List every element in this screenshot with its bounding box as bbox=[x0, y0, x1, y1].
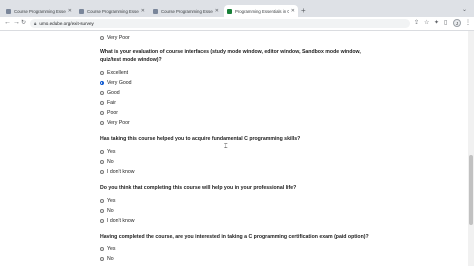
forward-arrow-icon[interactable]: → bbox=[13, 18, 20, 28]
radio-button[interactable] bbox=[100, 169, 104, 174]
close-tab-icon[interactable]: ✕ bbox=[215, 8, 219, 14]
option-label: Very Good bbox=[107, 79, 132, 86]
share-icon[interactable]: ⇪ bbox=[414, 19, 419, 28]
option-dont-know[interactable]: I don't know bbox=[100, 217, 135, 224]
browser-tab-active[interactable]: Programming Essentials in C ✕ bbox=[224, 5, 298, 17]
radio-button-selected[interactable] bbox=[100, 80, 104, 85]
option-label: No bbox=[107, 255, 114, 262]
radio-button[interactable] bbox=[100, 120, 104, 125]
radio-button[interactable] bbox=[100, 208, 104, 213]
close-tab-icon[interactable]: ✕ bbox=[291, 8, 295, 14]
option-yes[interactable]: Yes bbox=[100, 197, 115, 204]
close-tab-icon[interactable]: ✕ bbox=[141, 8, 145, 14]
option-no[interactable]: No bbox=[100, 255, 114, 262]
radio-button[interactable] bbox=[100, 149, 104, 154]
option-label: Yes bbox=[107, 197, 116, 204]
option-label: Good bbox=[107, 89, 120, 96]
extensions-icon[interactable]: ✦ bbox=[434, 19, 439, 28]
scrollbar-track[interactable] bbox=[468, 31, 474, 266]
side-panel-icon[interactable]: ▯ bbox=[444, 19, 447, 28]
menu-kebab-icon[interactable]: ⋮ bbox=[465, 19, 471, 28]
mouse-cursor-icon: ⌶ bbox=[224, 144, 228, 150]
option-label: No bbox=[107, 207, 114, 214]
option-good[interactable]: Good bbox=[100, 89, 120, 96]
browser-tab-strip: Course Programming Essentials ✕ Course P… bbox=[0, 0, 474, 17]
option-label: I don't know bbox=[107, 217, 135, 224]
radio-button[interactable] bbox=[100, 100, 104, 105]
tab-title: Course Programming Essentials bbox=[87, 8, 139, 14]
option-label: Fair bbox=[107, 99, 116, 106]
question-certification: Having completed the course, are you int… bbox=[100, 234, 369, 240]
radio-button[interactable] bbox=[100, 110, 104, 115]
option-label: Yes bbox=[107, 245, 116, 252]
option-very-good[interactable]: Very Good bbox=[100, 79, 132, 86]
new-tab-button[interactable]: + bbox=[301, 7, 306, 15]
back-arrow-icon[interactable]: ← bbox=[4, 18, 11, 28]
option-poor[interactable]: Poor bbox=[100, 109, 118, 116]
site-favicon-icon bbox=[79, 8, 84, 14]
lock-icon: 🔒︎ bbox=[34, 21, 37, 26]
radio-button[interactable] bbox=[100, 159, 104, 164]
option-no[interactable]: No bbox=[100, 158, 114, 165]
radio-button[interactable] bbox=[100, 218, 104, 223]
browser-tab[interactable]: Course Programming Essentials ✕ bbox=[3, 5, 75, 17]
bookmark-star-icon[interactable]: ☆ bbox=[424, 19, 429, 28]
option-dont-know[interactable]: I don't know bbox=[100, 168, 135, 175]
option-label: Yes bbox=[107, 148, 116, 155]
reload-icon[interactable]: ↻ bbox=[21, 18, 26, 28]
option-label: Excellent bbox=[107, 69, 129, 76]
option-label: I don't know bbox=[107, 168, 135, 175]
question-skills: Has taking this course helped you to acq… bbox=[100, 136, 301, 142]
option-very-poor-prev[interactable]: Very Poor bbox=[100, 34, 130, 41]
option-excellent[interactable]: Excellent bbox=[100, 69, 128, 76]
browser-tab[interactable]: Course Programming Essentials ✕ bbox=[150, 5, 222, 17]
site-favicon-icon bbox=[6, 8, 11, 14]
browser-tab[interactable]: Course Programming Essentials ✕ bbox=[76, 5, 148, 17]
option-fair[interactable]: Fair bbox=[100, 99, 116, 106]
question-professional-life: Do you think that completing this course… bbox=[100, 185, 297, 191]
profile-avatar[interactable]: J bbox=[453, 19, 461, 27]
question-interfaces: What is your evaluation of course interf… bbox=[100, 49, 361, 63]
site-favicon-icon bbox=[153, 8, 158, 14]
radio-button[interactable] bbox=[100, 35, 104, 40]
browser-toolbar: ← → ↻ 🔒︎ umo.edube.org/exit-survey ⇪ ☆ ✦… bbox=[0, 17, 474, 31]
radio-button[interactable] bbox=[100, 90, 104, 95]
option-label: No bbox=[107, 158, 114, 165]
radio-button[interactable] bbox=[100, 198, 104, 203]
tab-title: Programming Essentials in C bbox=[235, 8, 289, 14]
option-label: Very Poor bbox=[107, 119, 130, 126]
option-no[interactable]: No bbox=[100, 207, 114, 214]
radio-button[interactable] bbox=[100, 70, 104, 75]
option-label: Very Poor bbox=[107, 34, 130, 41]
url-text: umo.edube.org/exit-survey bbox=[39, 21, 94, 26]
tab-title: Course Programming Essentials bbox=[161, 8, 213, 14]
close-tab-icon[interactable]: ✕ bbox=[68, 8, 72, 14]
tab-title: Course Programming Essentials bbox=[14, 8, 66, 14]
option-very-poor[interactable]: Very Poor bbox=[100, 119, 130, 126]
option-label: Poor bbox=[107, 109, 118, 116]
scrollbar-thumb[interactable] bbox=[469, 155, 473, 225]
survey-page: Very Poor What is your evaluation of cou… bbox=[0, 31, 468, 266]
radio-button[interactable] bbox=[100, 256, 104, 261]
option-yes[interactable]: Yes bbox=[100, 148, 115, 155]
radio-button[interactable] bbox=[100, 246, 104, 251]
option-yes[interactable]: Yes bbox=[100, 245, 115, 252]
address-bar[interactable]: 🔒︎ umo.edube.org/exit-survey bbox=[30, 19, 410, 28]
site-favicon-icon bbox=[227, 8, 232, 14]
tab-search-icon[interactable]: ⌄ bbox=[462, 6, 467, 13]
